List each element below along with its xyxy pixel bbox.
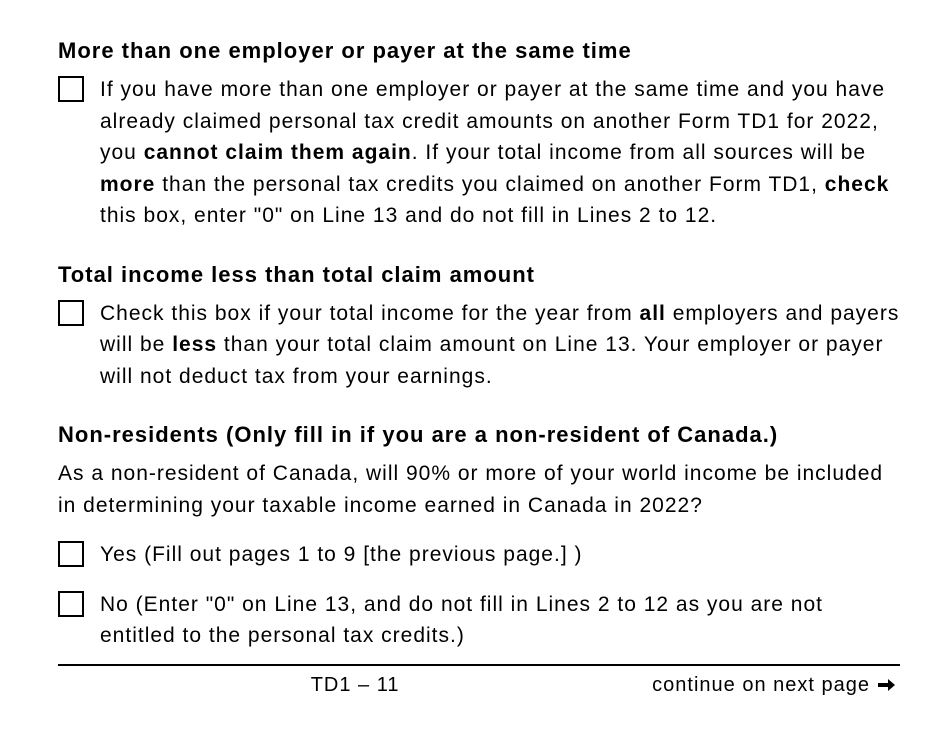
footer-rule (58, 664, 900, 666)
s1-part5: check (825, 173, 890, 196)
heading-multiple-employers: More than one employer or payer at the s… (58, 38, 900, 64)
checkbox-total-income-less[interactable] (58, 300, 84, 326)
checkbox-multiple-employers[interactable] (58, 76, 84, 102)
row-multiple-employers: If you have more than one employer or pa… (58, 74, 900, 232)
continue-next-page: continue on next page (652, 674, 896, 697)
heading-total-income-less: Total income less than total claim amoun… (58, 262, 900, 288)
non-residents-intro: As a non-resident of Canada, will 90% or… (58, 458, 900, 521)
checkbox-non-resident-yes[interactable] (58, 541, 84, 567)
row-total-income-less: Check this box if your total income for … (58, 298, 900, 393)
s2-part4: than your total claim amount on Line 13.… (100, 333, 883, 388)
s2-part3: less (172, 333, 217, 356)
page-number: TD1 – 11 (58, 674, 652, 697)
footer: TD1 – 11 continue on next page (58, 674, 900, 697)
s1-part1: cannot claim them again (144, 141, 412, 164)
checkbox-non-resident-no[interactable] (58, 591, 84, 617)
s1-part4: than the personal tax credits you claime… (155, 173, 824, 196)
form-page: More than one employer or payer at the s… (0, 0, 950, 733)
text-non-resident-no: No (Enter "0" on Line 13, and do not fil… (100, 589, 900, 652)
s2-part1: all (640, 302, 666, 325)
s1-part2: . If your total income from all sources … (412, 141, 866, 164)
row-non-resident-no: No (Enter "0" on Line 13, and do not fil… (58, 589, 900, 652)
text-multiple-employers: If you have more than one employer or pa… (100, 74, 900, 232)
text-total-income-less: Check this box if your total income for … (100, 298, 900, 393)
continue-label: continue on next page (652, 674, 870, 697)
s2-part0: Check this box if your total income for … (100, 302, 640, 325)
s1-part6: this box, enter "0" on Line 13 and do no… (100, 204, 717, 227)
text-non-resident-yes: Yes (Fill out pages 1 to 9 [the previous… (100, 539, 582, 571)
s1-part3: more (100, 173, 155, 196)
heading-non-residents: Non-residents (Only fill in if you are a… (58, 422, 900, 448)
row-non-resident-yes: Yes (Fill out pages 1 to 9 [the previous… (58, 539, 900, 571)
arrow-right-icon (876, 675, 896, 695)
